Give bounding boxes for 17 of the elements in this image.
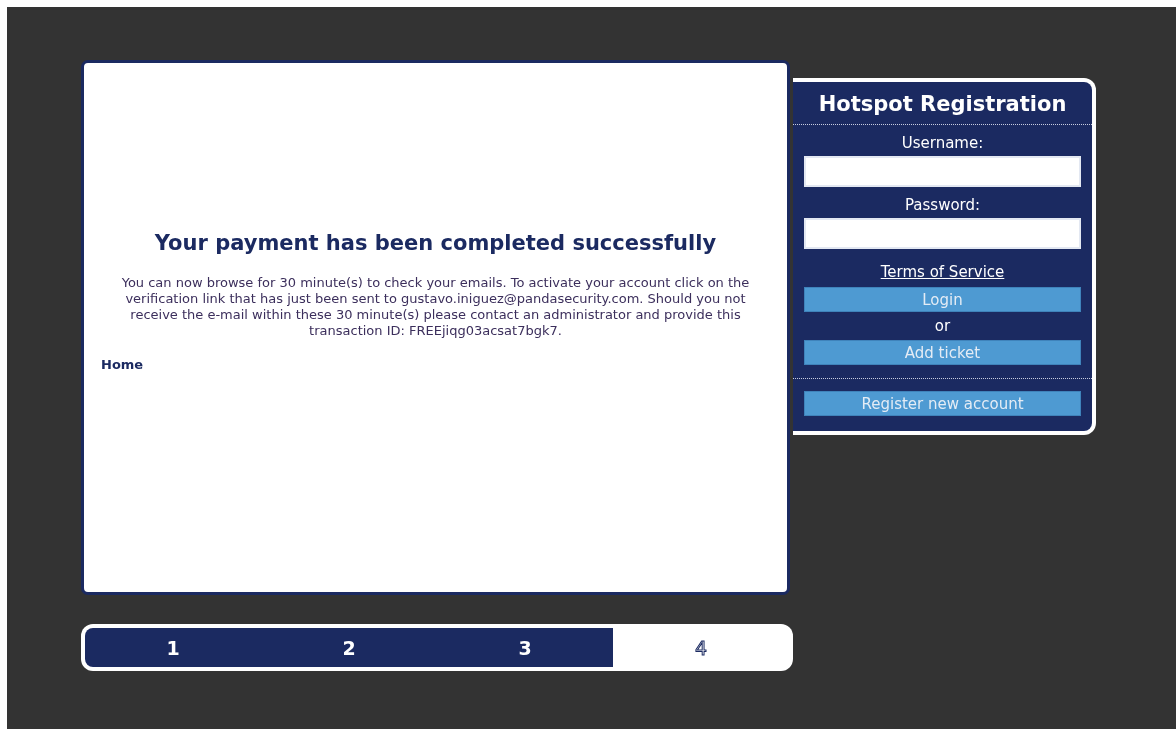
progress-step: 2 [261,628,437,667]
terms-link[interactable]: Terms of Service [880,263,1005,281]
login-button[interactable]: Login [804,287,1081,312]
username-label: Username: [901,134,984,152]
password-field[interactable] [804,218,1081,249]
page-heading: Your payment has been completed successfully [154,231,717,255]
or-text: or [934,317,951,335]
panel-title: Hotspot Registration [818,92,1067,116]
progress-step: 1 [85,628,261,667]
home-link[interactable]: Home [101,357,144,372]
password-label: Password: [904,196,981,214]
add-ticket-button[interactable]: Add ticket [804,340,1081,365]
register-button[interactable]: Register new account [804,391,1081,416]
username-field[interactable] [804,156,1081,187]
confirmation-message: You can now browse for 30 minute(s) to check your emails. To activate your account click on the verification link that has just been sent to gustavo.iniguez@pandasecurity.com. Should you not receive the e-mail within these 30 minute(s) please contact an administrator and provide this transaction ID: FREEjiqg03acsat7bgk7. [120,275,751,339]
progress-step: 3 [437,628,613,667]
progress-step: 4 [613,628,789,667]
